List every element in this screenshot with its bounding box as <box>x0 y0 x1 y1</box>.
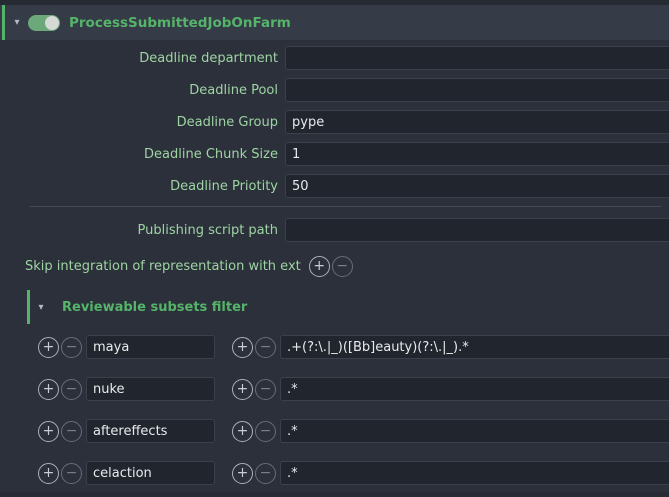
remove-row-button[interactable]: − <box>61 379 82 400</box>
remove-pattern-button[interactable]: − <box>255 421 276 442</box>
deadline-department-input[interactable] <box>285 46 669 70</box>
filter-row-aftereffects: + − + − <box>0 410 669 452</box>
field-label: Publishing script path <box>0 223 285 238</box>
add-pattern-button[interactable]: + <box>232 337 253 358</box>
accent-bar <box>27 290 30 324</box>
filter-rows: + − + − + − + − + − <box>0 324 669 494</box>
add-row-button[interactable]: + <box>38 421 59 442</box>
filter-row-nuke: + − + − <box>0 368 669 410</box>
skip-integration-buttons: + − <box>309 256 353 277</box>
add-pattern-button[interactable]: + <box>232 463 253 484</box>
skip-integration-row: Skip integration of representation with … <box>0 250 669 282</box>
deadline-chunk-size-input[interactable] <box>285 142 669 166</box>
bottom-strip <box>0 492 669 497</box>
filter-pattern-input[interactable] <box>280 377 669 401</box>
filter-key-input[interactable] <box>86 377 215 401</box>
publishing-script-path-input[interactable] <box>285 218 669 242</box>
filter-key-input[interactable] <box>86 335 215 359</box>
deadline-group-input[interactable] <box>285 110 669 134</box>
remove-pattern-button[interactable]: − <box>255 463 276 484</box>
collapse-arrow-icon[interactable]: ▾ <box>8 17 26 28</box>
field-label: Deadline department <box>0 51 285 66</box>
field-label: Deadline Chunk Size <box>0 147 285 162</box>
field-label: Deadline Pool <box>0 83 285 98</box>
add-row-button[interactable]: + <box>38 379 59 400</box>
remove-row-button[interactable]: − <box>61 337 82 358</box>
plugin-header: ▾ ProcessSubmittedJobOnFarm <box>0 5 669 40</box>
field-row-deadline-pool: Deadline Pool <box>0 78 669 102</box>
filter-pattern-input[interactable] <box>280 335 669 359</box>
add-item-button[interactable]: + <box>309 256 330 277</box>
section-title: Reviewable subsets filter <box>62 300 247 315</box>
field-label: Deadline Priotity <box>0 179 285 194</box>
deadline-pool-input[interactable] <box>285 78 669 102</box>
section-divider <box>30 206 661 207</box>
field-row-deadline-priority: Deadline Priotity <box>0 174 669 198</box>
filter-pattern-input[interactable] <box>280 419 669 443</box>
settings-panel: ▾ ProcessSubmittedJobOnFarm Deadline dep… <box>0 0 669 497</box>
plugin-title: ProcessSubmittedJobOnFarm <box>69 15 291 31</box>
field-row-deadline-group: Deadline Group <box>0 110 669 134</box>
field-row-deadline-chunk-size: Deadline Chunk Size <box>0 142 669 166</box>
filter-row-maya: + − + − <box>0 326 669 368</box>
remove-row-button[interactable]: − <box>61 421 82 442</box>
field-label: Deadline Group <box>0 115 285 130</box>
accent-bar <box>2 5 5 40</box>
collapse-arrow-icon[interactable]: ▾ <box>32 302 50 313</box>
toggle-knob <box>45 16 59 30</box>
filter-row-celaction: + − + − <box>0 452 669 494</box>
remove-row-button[interactable]: − <box>61 463 82 484</box>
skip-integration-label: Skip integration of representation with … <box>25 259 301 274</box>
enabled-toggle[interactable] <box>28 15 60 31</box>
settings-form: Deadline department Deadline Pool Deadli… <box>0 40 669 494</box>
filter-pattern-input[interactable] <box>280 461 669 485</box>
add-pattern-button[interactable]: + <box>232 379 253 400</box>
field-row-publishing-script: Publishing script path <box>0 218 669 242</box>
deadline-priority-input[interactable] <box>285 174 669 198</box>
remove-pattern-button[interactable]: − <box>255 379 276 400</box>
field-row-deadline-department: Deadline department <box>0 46 669 70</box>
reviewable-subsets-header: ▾ Reviewable subsets filter <box>27 290 669 324</box>
remove-item-button[interactable]: − <box>332 256 353 277</box>
filter-key-input[interactable] <box>86 461 215 485</box>
add-pattern-button[interactable]: + <box>232 421 253 442</box>
filter-key-input[interactable] <box>86 419 215 443</box>
remove-pattern-button[interactable]: − <box>255 337 276 358</box>
add-row-button[interactable]: + <box>38 337 59 358</box>
add-row-button[interactable]: + <box>38 463 59 484</box>
